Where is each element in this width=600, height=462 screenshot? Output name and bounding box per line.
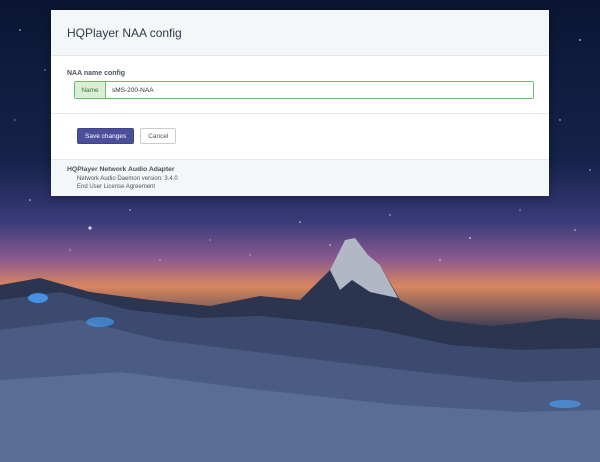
section-label: NAA name config [67, 70, 126, 77]
panel-footer: HQPlayer Network Audio Adapter Network A… [51, 159, 549, 196]
eula-link[interactable]: End User License Agreement [77, 183, 533, 191]
page-title: HQPlayer NAA config [67, 25, 182, 40]
naa-config-panel: HQPlayer NAA config NAA name config Name… [51, 10, 549, 196]
naa-name-section: NAA name config Name [51, 56, 549, 99]
save-changes-button[interactable]: Save changes [77, 128, 135, 144]
footer-title: HQPlayer Network Audio Adapter [67, 166, 175, 173]
name-addon-label: Name [75, 82, 106, 98]
panel-header: HQPlayer NAA config [51, 10, 549, 56]
version-text: Network Audio Daemon version: 3.4.0 [77, 176, 178, 182]
form-actions: Save changes Cancel [51, 114, 549, 144]
name-input-group: Name [74, 81, 534, 99]
cancel-button[interactable]: Cancel [140, 128, 177, 144]
naa-name-input[interactable] [106, 82, 533, 98]
